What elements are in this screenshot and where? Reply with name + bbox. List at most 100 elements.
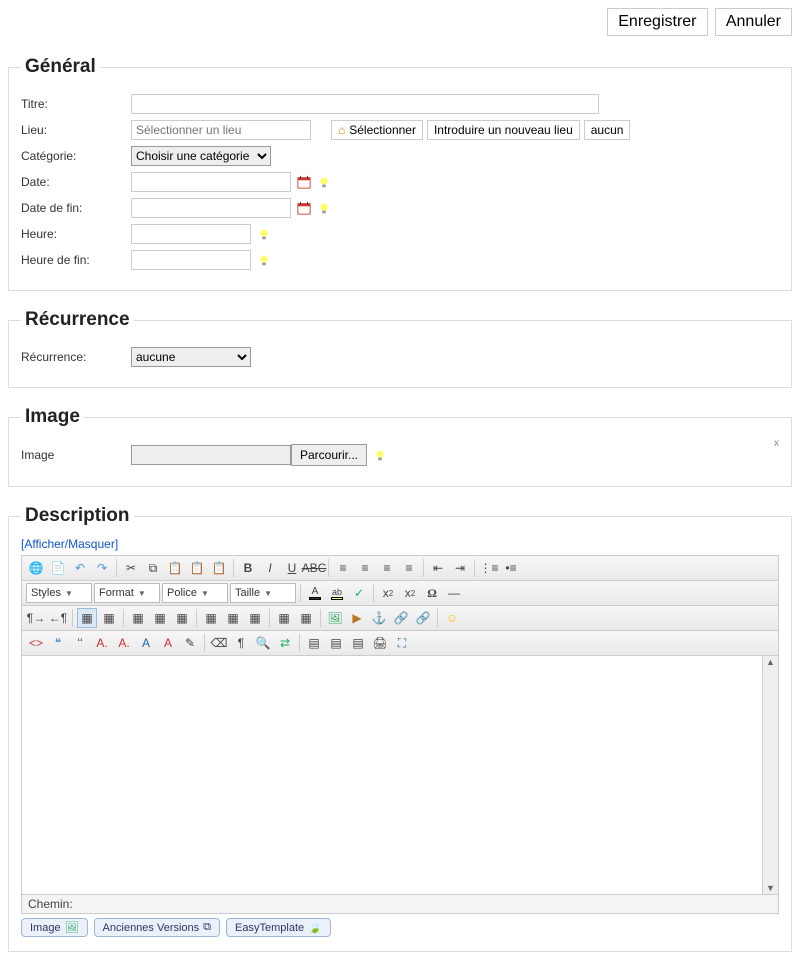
col-before-icon[interactable]: ▦ — [201, 608, 221, 628]
ordered-list-icon[interactable]: ⋮≡ — [479, 558, 499, 578]
row-before-icon[interactable]: ▦ — [128, 608, 148, 628]
superscript-button[interactable]: x2 — [400, 583, 420, 603]
edit-table-icon[interactable]: ▦ — [99, 608, 119, 628]
new-place-button[interactable]: Introduire un nouveau lieu — [427, 120, 580, 140]
scroll-down-icon[interactable]: ▼ — [765, 882, 776, 894]
align-justify-icon[interactable]: ≡ — [399, 558, 419, 578]
subscript-button[interactable]: x2 — [378, 583, 398, 603]
calendar-icon[interactable] — [297, 201, 311, 215]
merge-cells-icon[interactable]: ▦ — [274, 608, 294, 628]
align-center-icon[interactable]: ≡ — [355, 558, 375, 578]
forecolor-button[interactable]: A — [305, 583, 325, 603]
editor-scrollbar[interactable]: ▲ ▼ — [762, 656, 778, 894]
recurrence-legend: Récurrence — [21, 309, 134, 331]
blockquote-icon[interactable]: ❝ — [48, 633, 68, 653]
split-cells-icon[interactable]: ▦ — [296, 608, 316, 628]
delete-col-icon[interactable]: ▦ — [245, 608, 265, 628]
no-place-button[interactable]: aucun — [584, 120, 631, 140]
size-select[interactable]: Taille▼ — [230, 583, 296, 603]
browse-button[interactable]: Parcourir... — [291, 444, 367, 466]
cancel-button[interactable]: Annuler — [715, 8, 792, 36]
bulb-icon[interactable] — [257, 253, 271, 267]
paste-text-icon[interactable]: 📋 — [187, 558, 207, 578]
time-input[interactable] — [131, 224, 251, 244]
globe-icon[interactable]: 🌐 — [26, 558, 46, 578]
outdent-icon[interactable]: ⇤ — [428, 558, 448, 578]
anchor-icon[interactable]: ⚓ — [369, 608, 389, 628]
styles-select[interactable]: Styles▼ — [26, 583, 92, 603]
media-icon[interactable]: ▶ — [347, 608, 367, 628]
backcolor-button[interactable]: ab — [327, 583, 347, 603]
spellcheck-icon[interactable]: ✓ — [349, 583, 369, 603]
print-icon[interactable]: 🖨 — [370, 633, 390, 653]
abbr-icon[interactable]: A. — [92, 633, 112, 653]
ins-icon[interactable]: A — [158, 633, 178, 653]
link-icon[interactable]: 🔗 — [391, 608, 411, 628]
ltr-icon[interactable]: ¶→ — [26, 608, 46, 628]
place-input[interactable] — [131, 120, 311, 140]
insert-table-icon[interactable]: ▦ — [77, 608, 97, 628]
row-after-icon[interactable]: ▦ — [150, 608, 170, 628]
delete-image-button[interactable]: x — [774, 438, 779, 449]
image-icon[interactable]: 🖼 — [325, 608, 345, 628]
tab-easytemplate[interactable]: EasyTemplate🍃 — [226, 918, 331, 937]
visual-chars-icon[interactable]: ¶ — [231, 633, 251, 653]
unlink-icon[interactable]: 🔗 — [413, 608, 433, 628]
redo-icon[interactable]: ↷ — [92, 558, 112, 578]
replace-icon[interactable]: ⇄ — [275, 633, 295, 653]
date-input[interactable] — [131, 172, 291, 192]
strike-button[interactable]: ABC — [304, 558, 324, 578]
delete-row-icon[interactable]: ▦ — [172, 608, 192, 628]
align-right-icon[interactable]: ≡ — [377, 558, 397, 578]
bulb-icon[interactable] — [317, 175, 331, 189]
format-select[interactable]: Format▼ — [94, 583, 160, 603]
paste-word-icon[interactable]: 📋 — [209, 558, 229, 578]
find-icon[interactable]: 🔍 — [253, 633, 273, 653]
bulb-icon[interactable] — [317, 201, 331, 215]
acronym-icon[interactable]: A. — [114, 633, 134, 653]
fullscreen-icon[interactable]: ⛶ — [392, 633, 412, 653]
rtl-icon[interactable]: ←¶ — [48, 608, 68, 628]
copy-icon[interactable]: ⧉ — [143, 558, 163, 578]
attrib-icon[interactable]: ✎ — [180, 633, 200, 653]
recurrence-select[interactable]: aucune — [131, 347, 251, 367]
bulb-icon[interactable] — [257, 227, 271, 241]
col-after-icon[interactable]: ▦ — [223, 608, 243, 628]
tab-image[interactable]: Image🖼 — [21, 918, 88, 937]
del-icon[interactable]: A — [136, 633, 156, 653]
italic-button[interactable]: I — [260, 558, 280, 578]
layer2-icon[interactable]: ▤ — [348, 633, 368, 653]
template-icon[interactable]: ▤ — [304, 633, 324, 653]
special-char-button[interactable]: Ω — [422, 583, 442, 603]
undo-icon[interactable]: ↶ — [70, 558, 90, 578]
unordered-list-icon[interactable]: •≡ — [501, 558, 521, 578]
date-label: Date: — [21, 175, 131, 189]
title-input[interactable] — [131, 94, 599, 114]
select-place-button[interactable]: ⌂ Sélectionner — [331, 120, 423, 140]
tab-versions[interactable]: Anciennes Versions⧉ — [94, 918, 220, 937]
layer-icon[interactable]: ▤ — [326, 633, 346, 653]
calendar-icon[interactable] — [297, 175, 311, 189]
category-select[interactable]: Choisir une catégorie — [131, 146, 271, 166]
scroll-up-icon[interactable]: ▲ — [765, 656, 776, 668]
underline-button[interactable]: U — [282, 558, 302, 578]
align-left-icon[interactable]: ≡ — [333, 558, 353, 578]
cut-icon[interactable]: ✂ — [121, 558, 141, 578]
bold-button[interactable]: B — [238, 558, 258, 578]
remove-format-icon[interactable]: ⌫ — [209, 633, 229, 653]
font-select[interactable]: Police▼ — [162, 583, 228, 603]
cite-icon[interactable]: ʻʻ — [70, 633, 90, 653]
smiley-icon[interactable]: ☺ — [442, 608, 462, 628]
bulb-icon[interactable] — [373, 448, 387, 462]
new-page-icon[interactable]: 📄 — [48, 558, 68, 578]
save-button[interactable]: Enregistrer — [607, 8, 707, 36]
paste-icon[interactable]: 📋 — [165, 558, 185, 578]
end-date-input[interactable] — [131, 198, 291, 218]
toggle-editor-link[interactable]: [Afficher/Masquer] — [21, 537, 118, 551]
end-time-input[interactable] — [131, 250, 251, 270]
indent-icon[interactable]: ⇥ — [450, 558, 470, 578]
editor-content-area[interactable]: ▲ ▼ — [22, 656, 778, 894]
editor-toolbar-row4: <> ❝ ʻʻ A. A. A A ✎ ⌫ ¶ 🔍 ⇄ ▤ ▤ ▤ 🖨 ⛶ — [22, 631, 778, 656]
html-source-icon[interactable]: <> — [26, 633, 46, 653]
hr-button[interactable]: — — [444, 583, 464, 603]
